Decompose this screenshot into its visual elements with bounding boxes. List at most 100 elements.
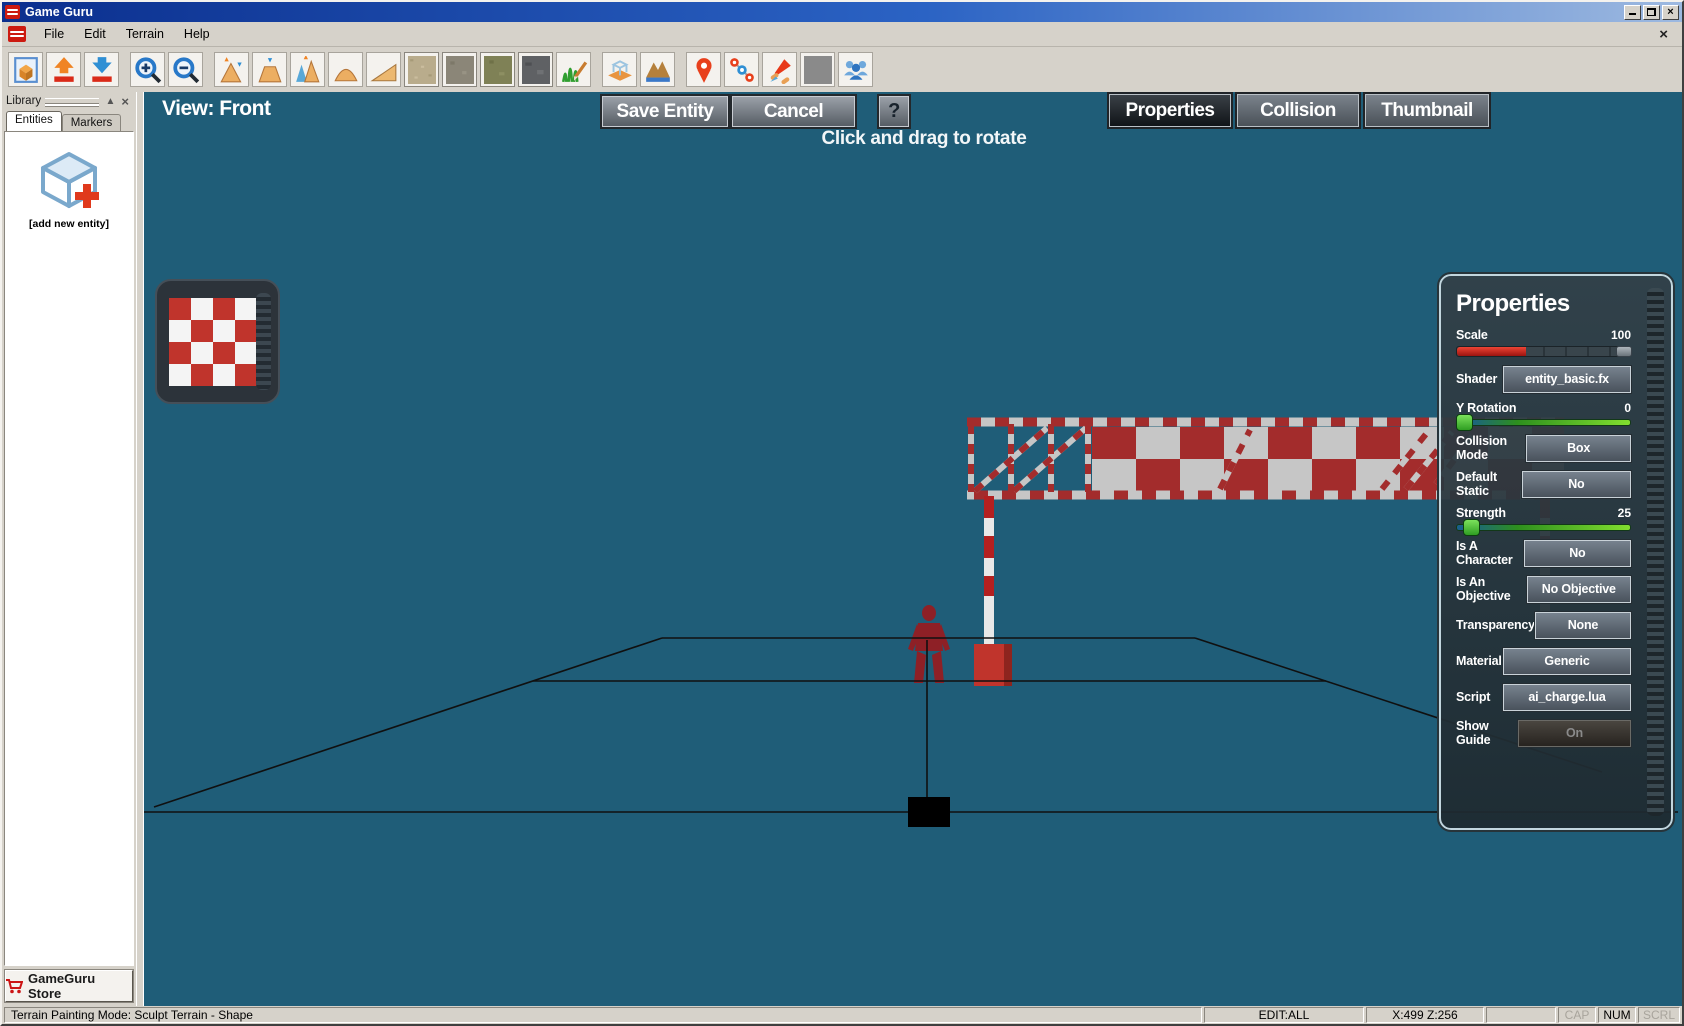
checker-cell	[169, 320, 191, 342]
new-entity-button[interactable]	[8, 52, 43, 87]
status-mode: Terrain Painting Mode: Sculpt Terrain - …	[4, 1007, 1202, 1023]
is-a-character-button[interactable]: No	[1522, 538, 1633, 568]
export-model-icon	[53, 56, 74, 82]
marker-mode-button[interactable]	[686, 52, 721, 87]
texture-rock-button[interactable]	[518, 52, 553, 87]
menu-help[interactable]: Help	[174, 24, 220, 44]
script-button[interactable]: ai_charge.lua	[1502, 682, 1632, 712]
entity-mode-button[interactable]	[602, 52, 637, 87]
transparency-label: Transparency	[1456, 618, 1535, 632]
status-coords: X:499 Z:256	[1366, 1007, 1484, 1023]
checker-cell	[169, 298, 191, 320]
y-rotation-slider[interactable]	[1455, 414, 1631, 431]
library-title: Library	[6, 95, 42, 107]
strength-slider[interactable]	[1456, 519, 1631, 536]
gameguru-store-button[interactable]: GameGuru Store	[4, 969, 134, 1003]
close-button[interactable]: ×	[1662, 4, 1679, 20]
script-label: Script	[1456, 690, 1491, 704]
material-button[interactable]: Generic	[1502, 646, 1632, 676]
transparency-button[interactable]: None	[1533, 610, 1633, 640]
raise-terrain-button[interactable]	[214, 52, 249, 87]
tab-properties[interactable]: Properties	[1107, 92, 1233, 129]
import-model-icon	[91, 56, 112, 82]
paint-grass-button[interactable]	[556, 52, 591, 87]
menu-edit[interactable]: Edit	[74, 24, 116, 44]
texture-sand-button[interactable]	[404, 52, 439, 87]
origin-marker	[908, 797, 950, 827]
is-a-character-label: Is A Character	[1456, 539, 1513, 567]
slider-handle[interactable]	[1616, 346, 1632, 357]
waypoint-mode-button[interactable]	[724, 52, 759, 87]
save-entity-button[interactable]: Save Entity	[600, 94, 730, 129]
view-close-button[interactable]: ×	[1649, 26, 1678, 43]
checker-cell	[169, 342, 191, 364]
tab-collision[interactable]: Collision	[1235, 92, 1361, 129]
restore-button[interactable]	[1643, 4, 1660, 20]
help-button[interactable]: ?	[877, 94, 911, 129]
toolbar	[2, 47, 1682, 92]
entity-texture-thumbnail[interactable]	[155, 279, 280, 404]
blend-terrain-button[interactable]	[290, 52, 325, 87]
checker-cell	[235, 364, 257, 386]
minimize-icon	[1629, 8, 1636, 15]
strength-value: 25	[1617, 506, 1631, 520]
multiplayer-button[interactable]	[838, 52, 873, 87]
checker-cell	[235, 342, 257, 364]
status-numlock: NUM	[1598, 1007, 1636, 1023]
collision-mode-label: Collision Mode	[1456, 434, 1507, 462]
checker-cell	[213, 364, 235, 386]
shader-button[interactable]: entity_basic.fx	[1502, 364, 1632, 394]
add-new-entity-item[interactable]: [add new entity]	[29, 146, 109, 230]
app-window: Game Guru × File Edit Terrain Help × Lib…	[0, 0, 1684, 1026]
texture-moss-icon	[483, 55, 512, 84]
checker-cell	[235, 298, 257, 320]
checker-cell	[213, 320, 235, 342]
slider-handle[interactable]	[1462, 519, 1480, 536]
restore-icon	[1647, 8, 1656, 16]
panel-splitter[interactable]	[136, 92, 144, 1006]
ramp-terrain-icon	[369, 63, 396, 81]
export-model-button[interactable]	[46, 52, 81, 87]
smooth-terrain-button[interactable]	[328, 52, 363, 87]
tab-thumbnail[interactable]: Thumbnail	[1363, 92, 1491, 129]
show-guide-label: Show Guide	[1456, 719, 1491, 747]
lower-terrain-button[interactable]	[252, 52, 287, 87]
slider-handle[interactable]	[1455, 414, 1473, 431]
menu-file[interactable]: File	[34, 24, 74, 44]
texture-sand-icon	[407, 55, 436, 84]
texture-stone-button[interactable]	[442, 52, 477, 87]
zoom-in-icon	[134, 56, 161, 83]
test-game-icon	[769, 58, 791, 84]
cancel-button[interactable]: Cancel	[730, 94, 857, 129]
tab-markers[interactable]: Markers	[61, 114, 122, 131]
default-static-button[interactable]: No	[1520, 469, 1633, 499]
menu-terrain[interactable]: Terrain	[116, 24, 174, 44]
terrain-mode-button[interactable]	[640, 52, 675, 87]
minimize-button[interactable]	[1624, 4, 1641, 20]
tab-entities[interactable]: Entities	[6, 111, 62, 131]
blank-slot-button[interactable]	[800, 52, 835, 87]
shader-label: Shader	[1456, 372, 1498, 386]
zoom-out-button[interactable]	[168, 52, 203, 87]
add-entity-label: [add new entity]	[29, 218, 109, 230]
library-collapse-icon[interactable]: ▲	[103, 96, 119, 107]
checker-cell	[191, 298, 213, 320]
barrier-pole	[984, 496, 994, 646]
pole-pedestal	[974, 644, 1012, 686]
import-model-button[interactable]	[84, 52, 119, 87]
library-close-icon[interactable]: ×	[118, 94, 132, 109]
status-bar: Terrain Painting Mode: Sculpt Terrain - …	[2, 1006, 1682, 1024]
zoom-in-button[interactable]	[130, 52, 165, 87]
test-game-button[interactable]	[762, 52, 797, 87]
texture-moss-button[interactable]	[480, 52, 515, 87]
entity-mode-icon	[607, 59, 632, 81]
waypoint-mode-icon	[729, 57, 754, 82]
ramp-terrain-button[interactable]	[366, 52, 401, 87]
rotate-hint: Click and drag to rotate	[821, 128, 1027, 149]
show-guide-button[interactable]: On	[1516, 718, 1633, 748]
checker-cell	[191, 342, 213, 364]
is-an-objective-button[interactable]: No Objective	[1525, 574, 1633, 604]
scale-slider[interactable]	[1456, 346, 1632, 357]
collision-mode-button[interactable]: Box	[1525, 433, 1632, 463]
properties-panel-grip	[1647, 288, 1664, 816]
